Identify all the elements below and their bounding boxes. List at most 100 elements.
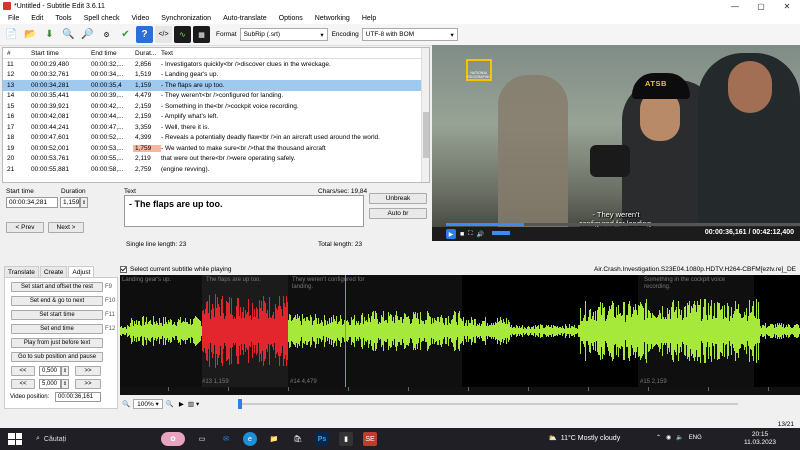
source-view-icon[interactable]: </>	[155, 26, 172, 43]
start-time-input[interactable]: 00:00:34,281	[6, 197, 58, 208]
col-end-time[interactable]: End time	[91, 50, 133, 57]
col-start-time[interactable]: Start time	[31, 50, 91, 57]
waveform-icon[interactable]: ∿	[174, 26, 191, 43]
select-current-checkbox[interactable]	[120, 266, 127, 273]
volume-slider[interactable]	[492, 231, 510, 235]
table-row[interactable]: 16 00:00:42,081 00:00:44,... 2,159 - Amplify…	[3, 112, 429, 123]
duration-input[interactable]: 1,159	[60, 197, 80, 208]
subtitle-text-input[interactable]: - The flaps are up too.	[124, 195, 364, 227]
menu-networking[interactable]: Networking	[309, 15, 356, 22]
file-explorer-icon[interactable]: 📁	[267, 432, 281, 446]
waveform-position-slider[interactable]	[238, 403, 738, 405]
menu-options[interactable]: Options	[273, 15, 309, 22]
video-seek-bar[interactable]	[446, 223, 800, 226]
subtitle-list[interactable]: # Start time End time Durat... Text 11 00…	[2, 47, 430, 183]
table-row[interactable]: 12 00:00:32,761 00:00:34,... 1,519 - Landing…	[3, 70, 429, 81]
step-large-spinner[interactable]: ⇕	[61, 379, 69, 389]
menu-edit[interactable]: Edit	[25, 15, 49, 22]
unbreak-button[interactable]: Unbreak	[369, 193, 427, 204]
find-icon[interactable]: 🔍	[60, 26, 77, 43]
mail-icon[interactable]: ✉	[219, 432, 233, 446]
play-icon[interactable]: ▶	[446, 229, 456, 239]
task-view-icon[interactable]: ▭	[195, 432, 209, 446]
store-icon[interactable]: 🛍	[291, 432, 305, 446]
open-folder-icon[interactable]: 📂	[22, 26, 39, 43]
next-button[interactable]: Next >	[48, 222, 84, 233]
duration-spinner[interactable]: ⇕	[80, 197, 88, 208]
help-icon[interactable]: ?	[136, 26, 153, 43]
table-row[interactable]: 18 00:00:47,601 00:00:52,... 4,399 - Reveals…	[3, 133, 429, 144]
spell-check-icon[interactable]: ✔	[117, 26, 134, 43]
table-row[interactable]: 11 00:00:29,480 00:00:32,... 2,856 - Investi…	[3, 59, 429, 70]
table-row[interactable]: 17 00:00:44,241 00:00:47,... 3,359 - Well, t…	[3, 122, 429, 133]
edge-icon[interactable]: e	[243, 432, 257, 446]
play-icon[interactable]: ▶	[179, 400, 184, 408]
weather-widget[interactable]: ⛅ 11°C Mostly cloudy	[548, 434, 620, 443]
chevron-down-icon[interactable]: ▾	[196, 400, 199, 408]
rewind-large-button[interactable]: <<	[11, 379, 35, 389]
audio-waveform[interactable]: Landing gear's up. The flaps are up too.…	[120, 275, 800, 395]
photoshop-icon[interactable]: Ps	[315, 432, 329, 446]
taskbar-clock[interactable]: 20:15 11.03.2023	[744, 431, 776, 447]
table-row[interactable]: 19 00:00:52,001 00:00:53,... 1,759- We want…	[3, 143, 429, 154]
menu-video[interactable]: Video	[125, 15, 155, 22]
rewind-small-button[interactable]: <<	[11, 366, 35, 376]
video-icon[interactable]: ▦	[193, 26, 210, 43]
menu-help[interactable]: Help	[356, 15, 382, 22]
set-start-time-button[interactable]: Set start time	[11, 310, 103, 320]
close-icon[interactable]: ✕	[774, 0, 800, 12]
menu-spell-check[interactable]: Spell check	[78, 15, 126, 22]
go-to-sub-button[interactable]: Go to sub position and pause	[11, 352, 103, 362]
auto-br-button[interactable]: Auto br	[369, 208, 427, 219]
step-small-spinner[interactable]: ⇕	[61, 366, 69, 376]
flower-widget-icon[interactable]: ✿	[161, 432, 185, 446]
stop-icon[interactable]: ■	[460, 231, 464, 238]
menu-file[interactable]: File	[2, 15, 25, 22]
list-scrollbar[interactable]	[421, 48, 429, 182]
fullscreen-icon[interactable]: ⛶	[468, 231, 472, 238]
tab-adjust[interactable]: Adjust	[68, 266, 95, 277]
zoom-out-icon[interactable]: 🔍	[122, 400, 130, 408]
play-before-text-button[interactable]: Play from just before text	[11, 338, 103, 348]
zoom-in-icon[interactable]: 🔍	[166, 400, 174, 408]
table-row[interactable]: 21 00:00:55,881 00:00:58,... 2,759 (engine r…	[3, 164, 429, 175]
col-duration[interactable]: Durat...	[133, 50, 161, 57]
network-icon[interactable]: ◉	[666, 434, 671, 441]
set-end-time-button[interactable]: Set end time	[11, 324, 103, 334]
language-indicator[interactable]: ENG	[689, 435, 702, 441]
video-player[interactable]: ATSB NATIONAL GEOGRAPHIC - They weren't …	[432, 45, 800, 241]
maximize-icon[interactable]: ▢	[748, 0, 774, 12]
table-row[interactable]: 20 00:00:53,761 00:00:55,... 2,119 that were…	[3, 154, 429, 165]
snap-icon[interactable]: ▥	[188, 400, 194, 408]
select-current-checkbox-row[interactable]: Select current subtitle while playing	[120, 266, 232, 273]
tab-create[interactable]: Create	[39, 266, 68, 277]
tab-translate[interactable]: Translate	[4, 266, 39, 277]
col-text[interactable]: Text	[161, 50, 429, 57]
terminal-icon[interactable]: ▮	[339, 432, 353, 446]
scroll-thumb[interactable]	[423, 112, 429, 158]
table-row[interactable]: 14 00:00:35,441 00:00:39,... 4,479 - They we…	[3, 91, 429, 102]
table-row[interactable]: 13 00:00:34,281 00:00:35,4 1,159 - The flaps…	[3, 80, 429, 91]
col-number[interactable]: #	[3, 50, 31, 57]
table-row[interactable]: 15 00:00:39,921 00:00:42,... 2,159 - Somethi…	[3, 101, 429, 112]
chevron-up-icon[interactable]: ⌃	[656, 434, 661, 441]
slider-knob[interactable]	[238, 399, 242, 409]
step-small-input[interactable]: 0,500	[39, 366, 61, 376]
new-file-icon[interactable]: 📄	[3, 26, 20, 43]
replace-icon[interactable]: 🔎	[79, 26, 96, 43]
video-position-input[interactable]: 00:00:36,161	[55, 392, 101, 402]
taskbar-search[interactable]: ⌕ Căutați	[36, 435, 156, 443]
windows-start-icon[interactable]	[8, 433, 22, 445]
encoding-select[interactable]: UTF-8 with BOM ▾	[361, 28, 458, 41]
set-end-next-button[interactable]: Set end & go to next	[11, 296, 103, 306]
subtitle-edit-taskbar-icon[interactable]: SE	[363, 432, 377, 446]
step-large-input[interactable]: 5,000	[39, 379, 61, 389]
zoom-select[interactable]: 100% ▾	[133, 399, 163, 409]
format-select[interactable]: SubRip (.srt) ▾	[239, 28, 328, 41]
menu-synchronization[interactable]: Synchronization	[155, 15, 217, 22]
playhead-cursor[interactable]	[345, 275, 346, 387]
menu-auto-translate[interactable]: Auto-translate	[217, 15, 273, 22]
minimize-icon[interactable]: —	[722, 0, 748, 12]
set-start-offset-button[interactable]: Set start and offset the rest	[11, 282, 103, 292]
fix-errors-icon[interactable]: ⚙	[98, 26, 115, 43]
